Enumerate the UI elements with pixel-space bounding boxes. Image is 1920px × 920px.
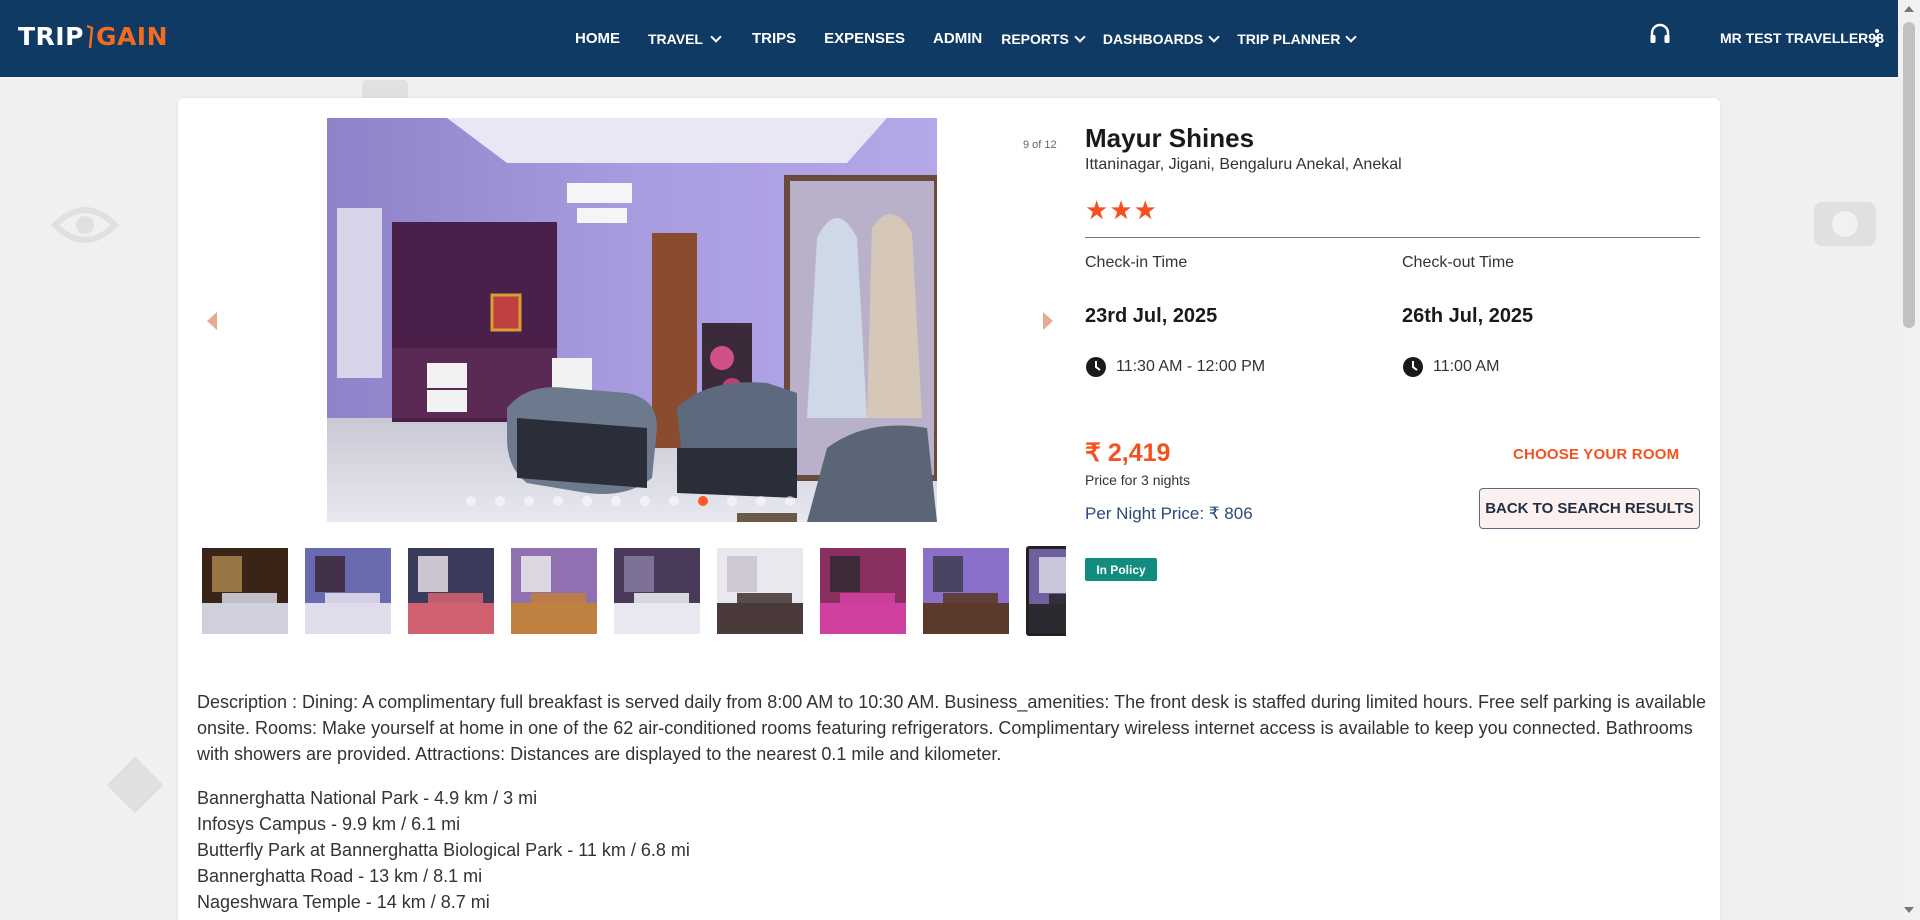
clock-icon xyxy=(1403,357,1423,377)
logo-text-gain: GAIN xyxy=(95,22,169,51)
gallery-thumbnail[interactable] xyxy=(511,548,597,634)
nav-home[interactable]: HOME xyxy=(575,30,620,47)
gallery-thumbnail[interactable] xyxy=(305,548,391,634)
gallery-thumbnail[interactable] xyxy=(717,548,803,634)
attractions-list: Bannerghatta National Park - 4.9 km / 3 … xyxy=(197,785,690,915)
star-icon: ★ xyxy=(1133,195,1157,225)
price-note: Price for 3 nights xyxy=(1085,472,1191,488)
carousel-next-arrow-icon[interactable] xyxy=(1043,312,1053,330)
nav-admin-label: ADMIN xyxy=(933,30,983,47)
attraction-item: Infosys Campus - 9.9 km / 6.1 mi xyxy=(197,814,461,834)
clock-icon xyxy=(1086,357,1106,377)
watermark-camera-icon xyxy=(1814,202,1876,246)
carousel-dot[interactable] xyxy=(640,496,650,506)
thumbnail-strip xyxy=(202,546,1066,636)
attraction-item: Nageshwara Temple - 14 km / 8.7 mi xyxy=(197,892,490,912)
carousel-dot[interactable] xyxy=(495,496,505,506)
gallery-thumbnail[interactable] xyxy=(614,548,700,634)
gallery-thumbnail[interactable] xyxy=(820,548,906,634)
attraction-item: Bannerghatta National Park - 4.9 km / 3 … xyxy=(197,788,538,808)
nav-reports-label: REPORTS xyxy=(1001,30,1069,47)
nav-trip-planner[interactable]: TRIP PLANNER xyxy=(1237,30,1358,47)
divider xyxy=(1085,237,1700,238)
hotel-address: Ittaninagar, Jigani, Bengaluru Anekal, A… xyxy=(1085,156,1402,173)
top-navigation-bar: TRIP GAIN HOME TRAVEL TRIPS EXPENSES ADM… xyxy=(0,0,1898,77)
nav-dashboards-label: DASHBOARDS xyxy=(1102,30,1204,47)
nav-home-label: HOME xyxy=(575,30,620,47)
chevron-down-icon xyxy=(1208,30,1220,43)
in-policy-badge: In Policy xyxy=(1085,558,1157,581)
star-rating: ★ ★ ★ xyxy=(1085,195,1158,226)
nav-travel[interactable]: TRAVEL xyxy=(648,30,722,47)
carousel-dot[interactable] xyxy=(698,496,708,506)
tripgain-logo[interactable]: TRIP GAIN xyxy=(18,22,168,51)
carousel-prev-arrow-icon[interactable] xyxy=(207,312,217,330)
attraction-item: Butterfly Park at Bannerghatta Biologica… xyxy=(197,840,690,860)
headset-icon[interactable] xyxy=(1648,22,1672,46)
nav-expenses-label: EXPENSES xyxy=(824,30,906,47)
carousel-dot[interactable] xyxy=(524,496,534,506)
carousel-dot[interactable] xyxy=(582,496,592,506)
carousel-dot[interactable] xyxy=(611,496,621,506)
chevron-down-icon xyxy=(1345,30,1358,43)
total-price: ₹ 2,419 xyxy=(1085,439,1171,467)
gallery-thumbnail[interactable] xyxy=(923,548,1009,634)
checkout-date: 26th Jul, 2025 xyxy=(1402,305,1534,327)
gallery-thumbnail[interactable] xyxy=(408,548,494,634)
room-photo-illustration xyxy=(327,118,937,522)
checkin-time: 11:30 AM - 12:00 PM xyxy=(1085,356,1265,378)
nav-travel-label: TRAVEL xyxy=(648,30,703,47)
choose-room-link[interactable]: CHOOSE YOUR ROOM xyxy=(1513,446,1679,463)
carousel-dots xyxy=(466,496,814,506)
hotel-main-photo xyxy=(327,118,937,522)
hotel-name: Mayur Shines xyxy=(1085,123,1255,153)
user-name[interactable]: MR TEST TRAVELLER98 xyxy=(1720,30,1884,46)
nav-trips-label: TRIPS xyxy=(751,30,797,47)
nav-reports[interactable]: REPORTS xyxy=(1001,30,1086,47)
carousel-dot[interactable] xyxy=(553,496,563,506)
image-counter: 9 of 12 xyxy=(1023,139,1057,151)
watermark-eye-icon xyxy=(50,207,120,243)
per-night-price: Per Night Price: ₹ 806 xyxy=(1085,504,1253,523)
star-icon: ★ xyxy=(1085,195,1109,225)
attraction-item: Bannerghatta Road - 13 km / 8.1 mi xyxy=(197,866,483,886)
checkout-time-text: 11:00 AM xyxy=(1433,358,1500,375)
nav-admin[interactable]: ADMIN xyxy=(933,30,982,47)
gallery-thumbnail[interactable] xyxy=(202,548,288,634)
carousel-dot[interactable] xyxy=(466,496,476,506)
carousel-dot[interactable] xyxy=(727,496,737,506)
carousel-dot[interactable] xyxy=(756,496,766,506)
checkout-label: Check-out Time xyxy=(1402,254,1515,271)
hotel-description: Description : Dining: A complimentary fu… xyxy=(197,692,1707,764)
nav-dashboards[interactable]: DASHBOARDS xyxy=(1102,30,1220,47)
nav-trips[interactable]: TRIPS xyxy=(752,30,796,47)
main-nav: HOME TRAVEL TRIPS EXPENSES ADMIN REPORTS… xyxy=(575,0,1379,77)
star-icon: ★ xyxy=(1109,195,1133,225)
carousel-dot[interactable] xyxy=(785,496,795,506)
checkin-time-text: 11:30 AM - 12:00 PM xyxy=(1116,358,1266,375)
logo-cart-icon xyxy=(86,24,94,48)
nav-expenses[interactable]: EXPENSES xyxy=(824,30,905,47)
scrollbar-thumb[interactable] xyxy=(1903,22,1915,328)
chevron-down-icon xyxy=(1074,30,1086,43)
gallery-thumbnail[interactable] xyxy=(1026,546,1066,636)
kebab-menu-icon[interactable] xyxy=(1875,29,1879,47)
scroll-up-arrow-icon[interactable] xyxy=(1904,6,1914,12)
watermark-chip-icon xyxy=(106,756,164,814)
nav-trip-planner-label: TRIP PLANNER xyxy=(1237,30,1341,47)
checkin-date: 23rd Jul, 2025 xyxy=(1085,305,1218,327)
checkout-time: 11:00 AM xyxy=(1402,356,1499,378)
chevron-down-icon xyxy=(710,30,722,43)
checkin-label: Check-in Time xyxy=(1085,254,1188,271)
carousel-dot[interactable] xyxy=(669,496,679,506)
logo-text-trip: TRIP xyxy=(18,22,84,51)
back-to-search-results-button[interactable]: BACK TO SEARCH RESULTS xyxy=(1479,488,1700,529)
scroll-down-arrow-icon[interactable] xyxy=(1904,907,1914,913)
